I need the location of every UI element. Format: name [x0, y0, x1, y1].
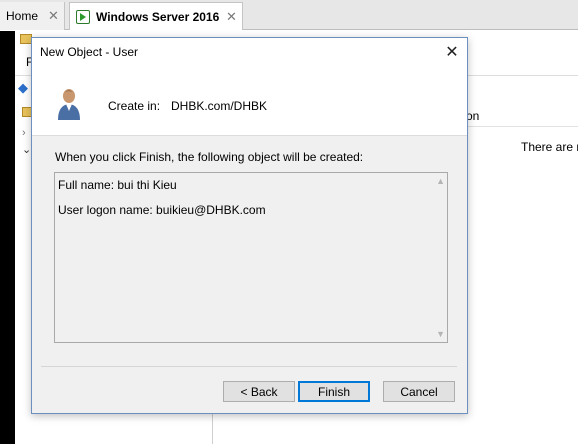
dialog-titlebar[interactable]: New Object - User ✕: [32, 38, 467, 66]
chevron-down-icon[interactable]: ⌄: [22, 143, 31, 156]
close-icon: ✕: [445, 44, 459, 61]
finish-button[interactable]: Finish: [298, 381, 370, 402]
create-in-label: Create in:: [108, 99, 161, 113]
summary-logon-name: User logon name: buikieu@DHBK.com: [58, 203, 266, 217]
tab-windows-server-label: Windows Server 2016: [96, 9, 220, 24]
column-header-label: on: [466, 109, 480, 123]
tab-windows-server[interactable]: Windows Server 2016 ✕: [69, 2, 243, 30]
dialog-header: Create in: DHBK.com/DHBK: [32, 66, 467, 136]
tab-home-close-icon[interactable]: ✕: [48, 8, 59, 24]
tab-windows-server-close-icon[interactable]: ✕: [226, 9, 237, 25]
info-text: When you click Finish, the following obj…: [55, 150, 364, 164]
vm-running-icon: [76, 9, 90, 24]
vm-tab-strip: Home ✕ Windows Server 2016 ✕: [0, 0, 578, 30]
chevron-right-icon[interactable]: ›: [22, 127, 26, 139]
scroll-up-icon[interactable]: ▲: [436, 176, 445, 186]
empty-list-message: There are n: [521, 140, 578, 154]
column-header[interactable]: on: [466, 103, 578, 127]
create-in-value: DHBK.com/DHBK: [171, 99, 268, 113]
close-button[interactable]: ✕: [437, 40, 467, 64]
summary-full-name: Full name: bui thi Kieu: [58, 178, 177, 192]
summary-textbox[interactable]: Full name: bui thi Kieu User logon name:…: [54, 172, 448, 343]
new-user-dialog: New Object - User ✕ Create in: DHBK.com/…: [31, 37, 468, 414]
cancel-button[interactable]: Cancel: [383, 381, 455, 402]
tab-home[interactable]: Home ✕: [0, 2, 65, 30]
back-arrow-icon[interactable]: ◆: [18, 80, 32, 95]
separator: [41, 366, 457, 367]
console-left-edge: [0, 31, 15, 444]
back-button[interactable]: < Back: [223, 381, 295, 402]
tab-home-label: Home: [6, 9, 39, 23]
scroll-down-icon[interactable]: ▼: [436, 329, 445, 339]
user-icon: [58, 89, 80, 120]
dialog-title: New Object - User: [40, 45, 139, 59]
